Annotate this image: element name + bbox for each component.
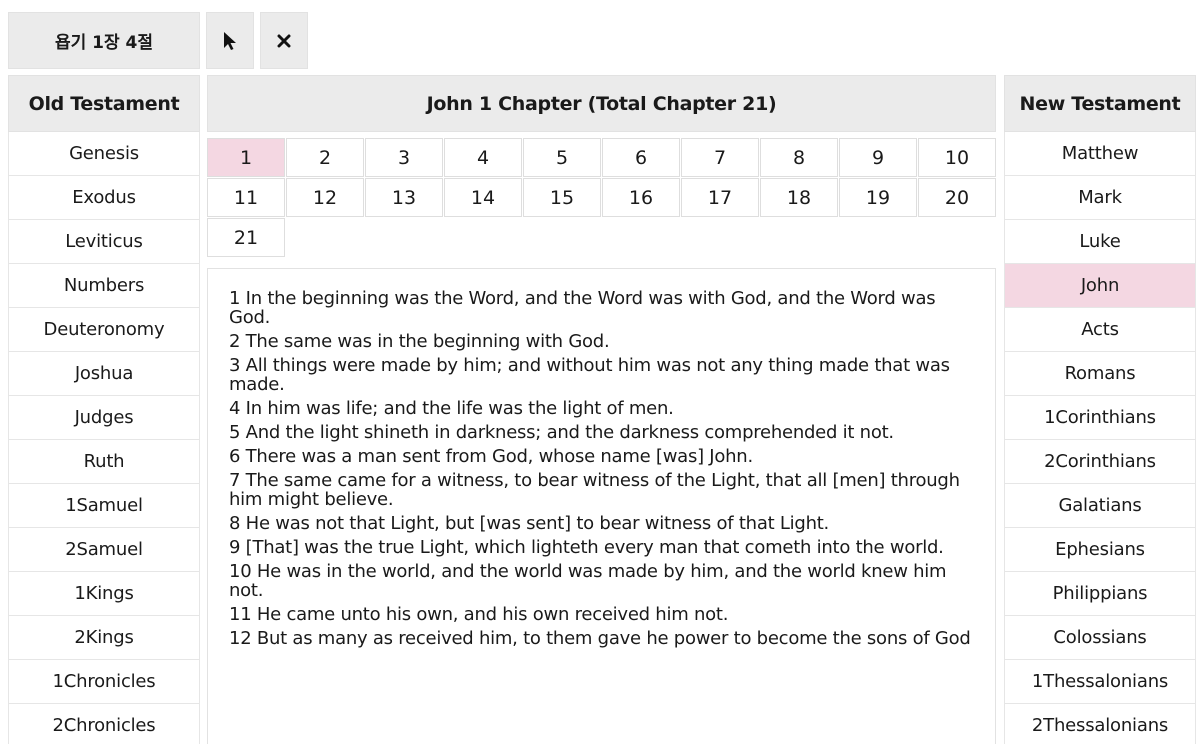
old-testament-panel: Old Testament Genesis Exodus Leviticus Numb… bbox=[8, 75, 200, 744]
book-item-1corinthians[interactable]: 1Corinthians bbox=[1004, 396, 1196, 440]
chapter-button-6[interactable]: 6 bbox=[602, 138, 680, 177]
book-item-1samuel[interactable]: 1Samuel bbox=[8, 484, 200, 528]
new-testament-panel: New Testament Matthew Mark Luke John Acts Rom… bbox=[1004, 75, 1196, 744]
chapter-button-12[interactable]: 12 bbox=[286, 178, 364, 217]
verse-line: 5 And the light shineth in darkness; and… bbox=[229, 422, 894, 443]
book-item-2corinthians[interactable]: 2Corinthians bbox=[1004, 440, 1196, 484]
verse-line: 4 In him was life; and the life was the … bbox=[229, 398, 674, 419]
book-item-ephesians[interactable]: Ephesians bbox=[1004, 528, 1196, 572]
chapter-button-9[interactable]: 9 bbox=[839, 138, 917, 177]
verse-line: 6 There was a man sent from God, whose n… bbox=[229, 446, 753, 467]
chapter-button-17[interactable]: 17 bbox=[681, 178, 759, 217]
book-item-2kings[interactable]: 2Kings bbox=[8, 616, 200, 660]
verse-line: 12 But as many as received him, to them … bbox=[229, 628, 971, 649]
chapter-button-2[interactable]: 2 bbox=[286, 138, 364, 177]
book-item-leviticus[interactable]: Leviticus bbox=[8, 220, 200, 264]
verse-line: 10 He was in the world, and the world wa… bbox=[229, 561, 947, 601]
chapter-button-10[interactable]: 10 bbox=[918, 138, 996, 177]
verse-line: 2 The same was in the beginning with God… bbox=[229, 331, 610, 352]
book-item-1thessalonians[interactable]: 1Thessalonians bbox=[1004, 660, 1196, 704]
book-item-genesis[interactable]: Genesis bbox=[8, 132, 200, 176]
new-testament-book-list: Matthew Mark Luke John Acts Romans 1Corinthian… bbox=[1004, 132, 1196, 744]
book-item-2chronicles[interactable]: 2Chronicles bbox=[8, 704, 200, 744]
chapter-header: John 1 Chapter (Total Chapter 21) bbox=[207, 75, 996, 132]
chapter-button-14[interactable]: 14 bbox=[444, 178, 522, 217]
bible-reader-app: 욥기 1장 4절 Old Testament Genesis Exodus Levi… bbox=[0, 0, 1200, 744]
book-item-ruth[interactable]: Ruth bbox=[8, 440, 200, 484]
verse-line: 3 All things were made by him; and witho… bbox=[229, 355, 950, 395]
verse-line: 7 The same came for a witness, to bear w… bbox=[229, 470, 960, 510]
chapter-button-7[interactable]: 7 bbox=[681, 138, 759, 177]
book-item-john[interactable]: John bbox=[1004, 264, 1196, 308]
chapter-button-4[interactable]: 4 bbox=[444, 138, 522, 177]
chapter-button-13[interactable]: 13 bbox=[365, 178, 443, 217]
book-item-joshua[interactable]: Joshua bbox=[8, 352, 200, 396]
verse-line: 8 He was not that Light, but [was sent] … bbox=[229, 513, 830, 534]
book-item-galatians[interactable]: Galatians bbox=[1004, 484, 1196, 528]
book-item-philippians[interactable]: Philippians bbox=[1004, 572, 1196, 616]
verse-line: 9 [That] was the true Light, which light… bbox=[229, 537, 944, 558]
toolbar: 욥기 1장 4절 bbox=[8, 12, 308, 69]
book-item-exodus[interactable]: Exodus bbox=[8, 176, 200, 220]
chapter-button-11[interactable]: 11 bbox=[207, 178, 285, 217]
close-x-icon bbox=[277, 34, 291, 47]
old-testament-header: Old Testament bbox=[8, 75, 200, 132]
chapter-button-8[interactable]: 8 bbox=[760, 138, 838, 177]
book-item-romans[interactable]: Romans bbox=[1004, 352, 1196, 396]
verse-line: 1 In the beginning was the Word, and the… bbox=[229, 288, 936, 328]
chapter-button-5[interactable]: 5 bbox=[523, 138, 601, 177]
book-item-1kings[interactable]: 1Kings bbox=[8, 572, 200, 616]
book-item-colossians[interactable]: Colossians bbox=[1004, 616, 1196, 660]
book-item-2samuel[interactable]: 2Samuel bbox=[8, 528, 200, 572]
old-testament-book-list: Genesis Exodus Leviticus Numbers Deuteronomy… bbox=[8, 132, 200, 744]
chapter-button-16[interactable]: 16 bbox=[602, 178, 680, 217]
book-item-deuteronomy[interactable]: Deuteronomy bbox=[8, 308, 200, 352]
book-item-matthew[interactable]: Matthew bbox=[1004, 132, 1196, 176]
cursor-arrow-icon bbox=[224, 31, 236, 50]
chapter-button-3[interactable]: 3 bbox=[365, 138, 443, 177]
chapter-button-15[interactable]: 15 bbox=[523, 178, 601, 217]
chapter-button-18[interactable]: 18 bbox=[760, 178, 838, 217]
chapter-button-21[interactable]: 21 bbox=[207, 218, 285, 257]
book-item-acts[interactable]: Acts bbox=[1004, 308, 1196, 352]
book-item-judges[interactable]: Judges bbox=[8, 396, 200, 440]
book-item-numbers[interactable]: Numbers bbox=[8, 264, 200, 308]
chapter-grid: 1 2 3 4 5 6 7 8 9 10 11 12 13 14 15 16 17 18 19 20 21 bbox=[207, 138, 996, 258]
book-item-mark[interactable]: Mark bbox=[1004, 176, 1196, 220]
book-item-2thessalonians[interactable]: 2Thessalonians bbox=[1004, 704, 1196, 744]
book-item-luke[interactable]: Luke bbox=[1004, 220, 1196, 264]
chapter-button-20[interactable]: 20 bbox=[918, 178, 996, 217]
chapter-button-1[interactable]: 1 bbox=[207, 138, 285, 177]
verse-text-area[interactable]: 1 In the beginning was the Word, and the… bbox=[207, 268, 996, 744]
current-verse-button[interactable]: 욥기 1장 4절 bbox=[8, 12, 200, 69]
chapter-panel: John 1 Chapter (Total Chapter 21) 123456… bbox=[207, 75, 996, 744]
close-button[interactable] bbox=[260, 12, 308, 69]
pointer-button[interactable] bbox=[206, 12, 254, 69]
chapter-button-19[interactable]: 19 bbox=[839, 178, 917, 217]
book-item-1chronicles[interactable]: 1Chronicles bbox=[8, 660, 200, 704]
new-testament-header: New Testament bbox=[1004, 75, 1196, 132]
verse-line: 11 He came unto his own, and his own rec… bbox=[229, 604, 729, 625]
